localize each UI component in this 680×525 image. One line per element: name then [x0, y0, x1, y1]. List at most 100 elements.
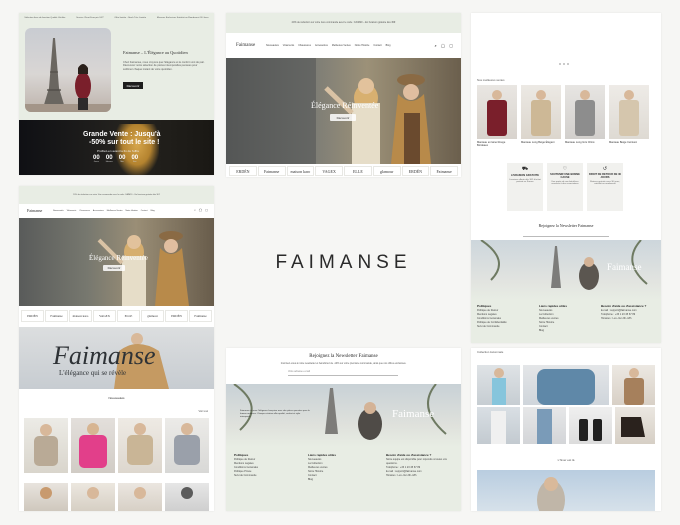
newsletter-input[interactable]: [523, 231, 609, 237]
collection-image: [537, 409, 552, 444]
carousel-dots: [559, 63, 569, 65]
nav-item[interactable]: Blog: [151, 210, 155, 212]
product-name[interactable]: Manteau Long Beige Élégant: [521, 141, 561, 144]
product-tile[interactable]: [521, 85, 561, 139]
header-icons: ⌕ ◯ ▢: [194, 208, 208, 212]
carousel-dot[interactable]: [567, 63, 569, 65]
nav-item[interactable]: Notre Histoire: [355, 44, 370, 47]
brand-logo: glamour: [372, 166, 401, 176]
hero-models-illustration: [226, 58, 431, 164]
feature-card: ⛟ LIVRAISON GRATUITE Livraison offerte d…: [507, 163, 543, 211]
product-tile[interactable]: [165, 418, 209, 473]
brand-banner: Faimanse L'élégance qui se révèle: [19, 327, 214, 389]
carousel-dot[interactable]: [563, 63, 565, 65]
footer-col-title: Politiques: [234, 453, 249, 457]
brand-logo: ERDÉN: [229, 166, 257, 176]
product-name[interactable]: Manteau en laine Rouge Bordeaux: [477, 141, 517, 148]
product-tile[interactable]: [24, 483, 68, 511]
product-tile[interactable]: [609, 85, 649, 139]
heart-icon: ♡: [562, 166, 568, 172]
hero-cta-button[interactable]: Découvrir: [330, 114, 356, 121]
search-icon[interactable]: ⌕: [434, 43, 436, 48]
product-tile[interactable]: [71, 418, 115, 473]
nav-item[interactable]: Blog: [386, 44, 391, 47]
brand-logo: maison karo: [69, 310, 92, 322]
product-name[interactable]: Manteau Long Gris Chiné: [565, 141, 605, 144]
collection-tile[interactable]: [523, 407, 566, 444]
nav-item[interactable]: Notre Histoire: [126, 210, 138, 212]
newsletter-banner: Faimanse: [471, 240, 661, 300]
cart-icon[interactable]: ▢: [205, 208, 208, 212]
footer: Politiques Politique de Retour Mentions …: [226, 447, 461, 511]
product-tile[interactable]: [118, 483, 162, 511]
feature-card: ♡ SOUTENIR UNE BONNE CAUSE Une partie de…: [547, 163, 583, 211]
feature-card: ↺ DROIT DE RETOUR DE 30 JOURS Retours gr…: [587, 163, 623, 211]
banner-wordmark: Faimanse: [607, 262, 642, 272]
countdown-label: Sec: [132, 161, 137, 163]
footer-col: Besoin d'aide ou d'assistance ? E-mail :…: [601, 304, 657, 321]
nav-item[interactable]: Contact: [141, 210, 148, 212]
footer-col: Politiques Politique de Retour Mentions …: [477, 304, 532, 329]
nav-item[interactable]: Nouveautés: [53, 210, 64, 212]
collection-image: [492, 368, 506, 405]
collection-tile[interactable]: [569, 407, 612, 444]
collection-tile[interactable]: [612, 365, 655, 405]
collection-image: [624, 368, 644, 405]
site-logo[interactable]: Faimanse: [27, 208, 42, 213]
collection-tile[interactable]: [477, 365, 520, 405]
panel-home-intro: Sélection fixes de fonction Qualité Véri…: [19, 13, 214, 175]
brand-strip: ERDÉN Faimanse maison karo VAGEX ELLE gl…: [229, 166, 458, 176]
footer-col-title: Besoin d'aide ou d'assistance ?: [601, 304, 647, 308]
panel-home-hero: 20% de réduction sur votre 1ère commande…: [226, 13, 461, 177]
product-tile[interactable]: [24, 418, 68, 473]
countdown-label: Jours: [93, 161, 100, 163]
product-tile[interactable]: [165, 483, 209, 511]
site-logo[interactable]: Faimanse: [236, 43, 255, 48]
cart-icon[interactable]: ▢: [449, 43, 453, 48]
email-field[interactable]: Votre adresse e-mail: [288, 370, 398, 376]
product-name[interactable]: Manteau Beige Ceinturé: [609, 141, 649, 144]
footer-col: Besoin d'aide ou d'assistance ? Notre éq…: [386, 453, 456, 478]
nav-item[interactable]: Contact: [373, 44, 381, 47]
collection-tile[interactable]: [615, 407, 655, 444]
collection-tile[interactable]: [477, 407, 520, 444]
panel-collection: Collection Automnale L'hiver est là: [471, 348, 661, 511]
account-icon[interactable]: ◯: [199, 208, 202, 212]
nav-item[interactable]: Meilleures Ventes: [332, 44, 351, 47]
hero-title: Élégance Réinventée: [89, 254, 148, 262]
hero-cta-button[interactable]: Découvrir: [103, 265, 125, 271]
intro-cta-button[interactable]: Découvrir: [123, 82, 143, 89]
collection-image: [537, 369, 595, 405]
footer-link[interactable]: Blog: [308, 478, 374, 482]
brand-logo: Faimanse: [189, 310, 212, 322]
product-tile[interactable]: [477, 85, 517, 139]
nav-item[interactable]: Vêtements: [67, 210, 77, 212]
view-all-link[interactable]: Voir tout: [198, 410, 208, 413]
nav-item[interactable]: Chaussures: [79, 210, 90, 212]
product-tile[interactable]: [565, 85, 605, 139]
search-icon[interactable]: ⌕: [194, 208, 196, 212]
nav-item[interactable]: Vêtements: [283, 44, 294, 47]
nav-item[interactable]: Accessoires: [93, 210, 104, 212]
account-icon[interactable]: ◯: [441, 43, 445, 48]
carousel-dot[interactable]: [559, 63, 561, 65]
brand-logo: Faimanse: [45, 310, 68, 322]
nav-item[interactable]: Chaussures: [298, 44, 311, 47]
product-tile[interactable]: [118, 418, 162, 473]
newsletter-text: Inscrivez-vous à notre newsletter et bén…: [280, 362, 407, 365]
brand-logo: Faimanse: [430, 166, 458, 176]
collection-tile[interactable]: [523, 365, 609, 405]
footer-link[interactable]: Suivi de Commande: [477, 325, 532, 329]
collection-image: [621, 417, 645, 437]
brand-logo: Faimanse: [257, 166, 286, 176]
newsletter-title: Rejoignez la Newsletter Faimanse: [309, 354, 378, 359]
nav-item[interactable]: Accessoires: [315, 44, 328, 47]
footer-col-title: Politiques: [477, 304, 492, 308]
nav-item[interactable]: Nouveautés: [266, 44, 279, 47]
product-image: [174, 423, 200, 465]
footer-link[interactable]: Suivi de Commande: [234, 474, 300, 478]
nav-item[interactable]: Meilleures Ventes: [107, 210, 123, 212]
brand-logo: ELLE: [344, 166, 372, 176]
footer-link[interactable]: Blog: [539, 329, 594, 333]
product-tile[interactable]: [71, 483, 115, 511]
